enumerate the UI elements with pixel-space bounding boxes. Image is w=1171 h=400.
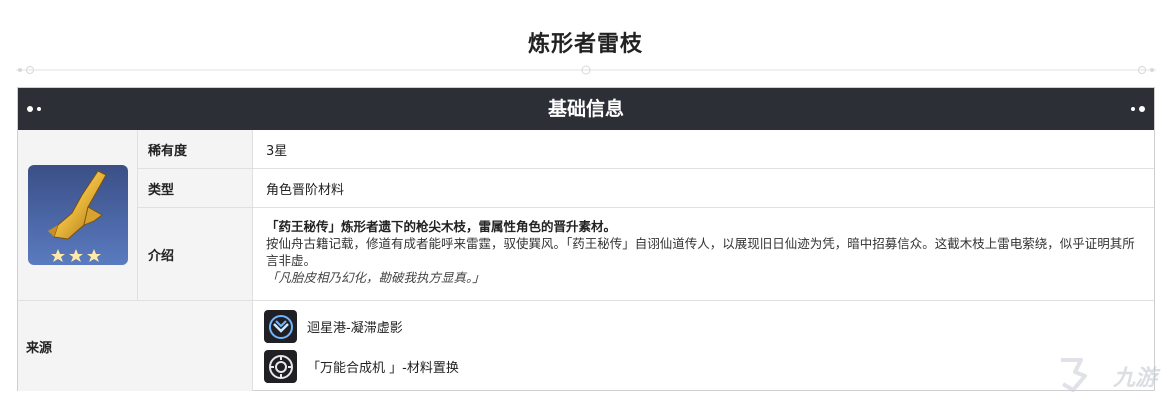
item-icon-cell — [18, 130, 138, 301]
description-body: 按仙舟古籍记载，修道有成者能呼来雷霆，驭使巽风。「药王秘传」自诩仙道传人，以展现… — [266, 236, 1135, 268]
stagnant-shadow-icon — [264, 310, 297, 343]
type-value: 角色晋阶材料 — [253, 169, 1154, 208]
source-item-stagnant-shadow[interactable]: 迴星港-凝滞虚影 — [264, 310, 403, 343]
source-item-synthesizer[interactable]: 「万能合成机 」-材料置换 — [264, 350, 459, 383]
source-item-label: 「万能合成机 」-材料置换 — [307, 361, 459, 376]
watermark-text: 九游 — [1112, 366, 1157, 391]
title-divider — [16, 65, 1156, 75]
thunder-branch-item-icon — [28, 165, 128, 265]
header-dots-right — [1131, 88, 1145, 130]
section-header: 基础信息 — [18, 88, 1154, 130]
description-quote: 「凡胎皮相乃幻化，勘破我执方显真。」 — [266, 270, 485, 285]
rarity-label: 稀有度 — [138, 130, 253, 169]
source-label: 来源 — [18, 301, 253, 391]
type-label: 类型 — [138, 169, 253, 208]
description-headline: 「药王秘传」炼形者遗下的枪尖木枝，雷属性角色的晋升素材。 — [266, 219, 617, 234]
watermark: 九游 — [983, 338, 1163, 398]
header-dots-left — [27, 88, 41, 130]
description-label: 介绍 — [138, 208, 253, 301]
rarity-value: 3星 — [253, 130, 1154, 169]
section-header-title: 基础信息 — [547, 98, 624, 120]
source-item-label: 迴星港-凝滞虚影 — [307, 321, 403, 336]
description-value: 「药王秘传」炼形者遗下的枪尖木枝，雷属性角色的晋升素材。 按仙舟古籍记载，修道有… — [253, 208, 1154, 301]
synthesizer-icon — [264, 350, 297, 383]
page-title: 炼形者雷枝 — [527, 32, 643, 57]
